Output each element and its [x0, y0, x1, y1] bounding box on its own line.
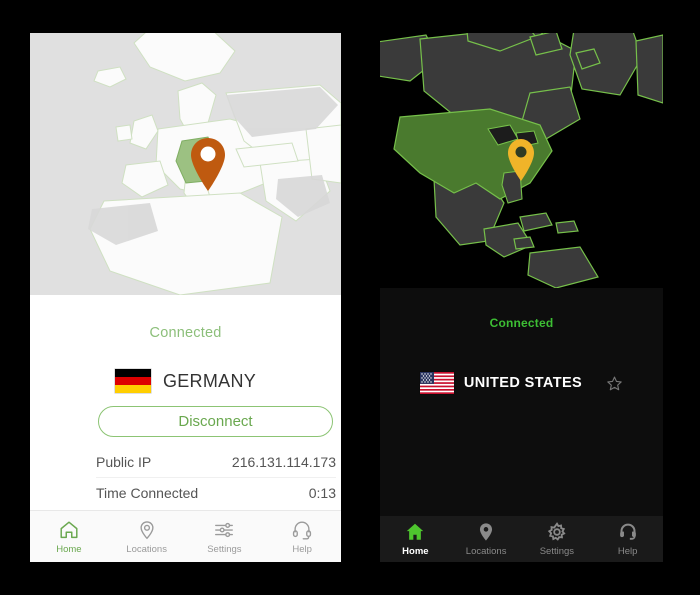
nav-label: Home	[56, 543, 82, 555]
country-name-dark: UNITED STATES	[463, 375, 583, 391]
flag-united-states-icon	[419, 372, 454, 394]
screenshot-stage: Connected GERMANY Disconnect Public IP 2…	[0, 0, 700, 595]
stat-label: Time Connected	[96, 485, 199, 501]
country-row-light[interactable]: GERMANY	[30, 369, 341, 393]
star-outline-icon[interactable]	[606, 375, 623, 392]
nav-item-settings[interactable]: Settings	[186, 511, 264, 562]
country-name-light: GERMANY	[162, 370, 257, 391]
nav-label: Settings	[207, 543, 242, 555]
nav-item-help[interactable]: Help	[592, 516, 663, 562]
nav-item-home[interactable]: Home	[380, 516, 451, 562]
nav-label: Help	[292, 543, 312, 555]
vpn-app-light-panel: Connected GERMANY Disconnect Public IP 2…	[30, 33, 341, 562]
nav-item-settings[interactable]: Settings	[522, 516, 593, 562]
nav-item-home[interactable]: Home	[30, 511, 108, 562]
nav-label: Settings	[539, 546, 575, 557]
bottom-nav-dark: Home Locations Settings Help	[380, 516, 663, 562]
gear-icon	[547, 522, 566, 541]
nav-label: Locations	[126, 543, 167, 555]
vpn-app-dark-panel: Connected UNITED STATES Home Locations S…	[380, 33, 663, 562]
sliders-icon	[215, 522, 234, 537]
location-pin-icon	[480, 523, 493, 541]
stat-row: Public IP 216.131.114.173	[96, 447, 336, 478]
nav-label: Locations	[465, 546, 507, 557]
nav-label: Home	[402, 546, 429, 557]
world-map-light[interactable]	[30, 33, 341, 295]
connection-status-dark: Connected	[489, 316, 554, 330]
home-icon	[407, 523, 424, 540]
connection-stats-light: Public IP 216.131.114.173 Time Connected…	[96, 447, 336, 508]
headset-icon	[293, 521, 312, 539]
disconnect-button-light[interactable]: Disconnect	[98, 406, 333, 437]
home-icon	[60, 520, 78, 538]
country-row-dark[interactable]: UNITED STATES	[380, 372, 663, 394]
bottom-nav-light: Home Locations Settings Help	[30, 510, 341, 562]
nav-item-locations[interactable]: Locations	[451, 516, 522, 562]
world-map-dark[interactable]	[380, 33, 663, 288]
stat-value: 0:13	[308, 485, 336, 501]
stat-value: 216.131.114.173	[231, 454, 336, 470]
connection-status-light: Connected	[149, 325, 222, 341]
nav-item-help[interactable]: Help	[263, 511, 341, 562]
headset-icon	[619, 523, 636, 540]
nav-label: Help	[617, 546, 638, 557]
stat-label: Public IP	[96, 454, 152, 470]
nav-item-locations[interactable]: Locations	[108, 511, 186, 562]
location-pin-icon	[140, 520, 154, 539]
flag-germany-icon	[114, 369, 151, 393]
stat-row: Time Connected 0:13	[96, 478, 336, 508]
